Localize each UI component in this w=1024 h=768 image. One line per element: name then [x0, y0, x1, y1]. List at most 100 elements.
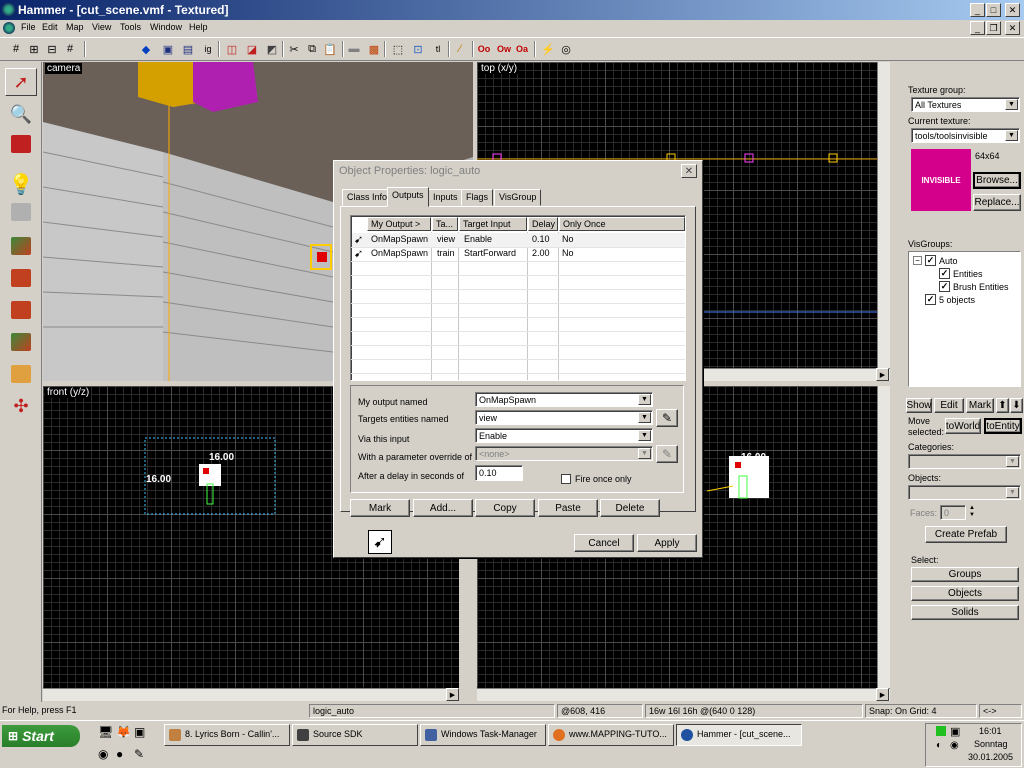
apply-overlay-icon[interactable] [5, 328, 37, 356]
child-restore-button[interactable]: ❐ [986, 21, 1001, 35]
paste-icon[interactable]: 📋 [322, 41, 338, 57]
tab-outputs[interactable]: Outputs [387, 187, 429, 207]
dialog-title-bar[interactable]: Object Properties: logic_auto ✕ [336, 163, 700, 181]
close-button[interactable]: ✕ [1005, 3, 1020, 17]
selection-tool-icon[interactable]: ➚ [5, 68, 37, 96]
column-header[interactable]: Ta... [432, 217, 458, 231]
tool-icon[interactable]: ✎ [134, 747, 144, 761]
clipping-tool-icon[interactable] [5, 360, 37, 388]
faces-input[interactable]: 0 [940, 505, 966, 520]
ungroup-icon[interactable]: ▤ [180, 41, 196, 57]
to-entity-button[interactable]: toEntity [984, 418, 1022, 434]
edit-button[interactable]: Edit [934, 398, 964, 413]
copy-icon[interactable]: ⧉ [304, 41, 320, 57]
chevron-down-icon[interactable]: ▼ [1005, 130, 1018, 141]
entity-tool-icon[interactable]: 💡 [5, 170, 37, 198]
categories-select[interactable]: ▼ [908, 454, 1021, 469]
chevron-down-icon[interactable]: ▼ [638, 412, 651, 423]
side-view-hscroll[interactable] [477, 688, 890, 701]
tab-flags[interactable]: Flags [461, 189, 494, 206]
block-tool-icon[interactable] [5, 198, 37, 226]
hide-selected-icon[interactable]: ◫ [224, 41, 240, 57]
show-button[interactable]: Show [906, 398, 932, 413]
hide-unselected-icon[interactable]: ◪ [244, 41, 260, 57]
tab-class-info[interactable]: Class Info [342, 189, 393, 206]
desktop-icon[interactable]: 🖥 [98, 725, 113, 739]
front-view-hscroll[interactable] [43, 688, 459, 701]
compile-icon[interactable]: ◎ [558, 41, 574, 57]
start-button[interactable]: ⊞ Start [2, 725, 80, 747]
column-header[interactable]: Target Input [459, 217, 527, 231]
eyedropper-icon[interactable]: ✎ [656, 409, 678, 427]
apply-decal-icon[interactable] [5, 296, 37, 324]
show-all-icon[interactable]: ◩ [264, 41, 280, 57]
texture-tool-icon[interactable] [5, 232, 37, 260]
group-icon[interactable]: ▣ [160, 41, 176, 57]
visgroup-item[interactable]: ✓ Entities [939, 268, 983, 279]
menu-file[interactable]: File [21, 22, 36, 32]
clock-time[interactable]: 16:01 [979, 726, 1002, 736]
to-world-button[interactable]: toWorld [945, 418, 981, 434]
checkbox-checked-icon[interactable]: ✓ [925, 255, 936, 266]
vertex-manipulation-icon[interactable]: ✣ [5, 392, 37, 420]
document-icon[interactable] [3, 22, 15, 34]
move-up-icon[interactable]: ⬆ [996, 398, 1009, 413]
chevron-down-icon[interactable]: ▼ [638, 430, 651, 441]
paste-button[interactable]: Paste [538, 499, 598, 517]
display-wire-icon[interactable]: Ow [496, 41, 512, 57]
hollow-icon[interactable]: ▩ [366, 41, 382, 57]
maximize-button[interactable]: □ [986, 3, 1001, 17]
scroll-right-arrow[interactable]: ▶ [876, 688, 889, 701]
menu-help[interactable]: Help [189, 22, 208, 32]
antivirus-icon[interactable]: ◉ [950, 740, 959, 751]
texture-lock-icon[interactable]: ◆ [138, 41, 154, 57]
display-solid-icon[interactable]: Oo [476, 41, 492, 57]
chevron-down-icon[interactable]: ▼ [638, 448, 651, 459]
replace-button[interactable]: Replace... [973, 194, 1021, 211]
param-eyedropper-icon[interactable]: ✎ [656, 445, 678, 463]
browse-button[interactable]: Browse... [973, 172, 1021, 189]
scroll-right-arrow[interactable]: ▶ [876, 368, 889, 381]
select-objects-button[interactable]: Objects [911, 586, 1019, 601]
copy-button[interactable]: Copy [475, 499, 535, 517]
carve-icon[interactable]: ▬ [346, 41, 362, 57]
checkbox-checked-icon[interactable]: ✓ [939, 281, 950, 292]
targets-select[interactable]: view ▼ [475, 410, 653, 425]
media-player-icon[interactable]: ▣ [134, 725, 145, 739]
quicktime-icon[interactable]: ● [116, 747, 123, 761]
table-row[interactable]: ➹ OnMapSpawn view Enable 0.10 No [352, 233, 685, 247]
outputs-list[interactable]: My Output > Ta... Target Input Delay Onl… [350, 215, 686, 381]
mark-button[interactable]: Mark [966, 398, 994, 413]
chevron-down-icon[interactable]: ▼ [1006, 487, 1019, 498]
messenger-icon[interactable]: ▣ [950, 725, 960, 738]
param-override-select[interactable]: <none> ▼ [475, 446, 653, 461]
delete-button[interactable]: Delete [600, 499, 660, 517]
vertex-tool-icon[interactable]: ⚡ [540, 41, 556, 57]
create-prefab-button[interactable]: Create Prefab [925, 526, 1007, 543]
visgroup-item[interactable]: − ✓ Auto [913, 255, 958, 266]
my-output-select[interactable]: OnMapSpawn ▼ [475, 392, 653, 407]
column-header[interactable]: Only Once [559, 217, 685, 231]
top-view-vscroll[interactable] [877, 62, 890, 368]
magnify-tool-icon[interactable]: 🔍 [5, 100, 37, 128]
grid-3d-icon[interactable]: ⊞ [26, 41, 42, 57]
apply-texture-icon[interactable] [5, 264, 37, 292]
tab-inputs[interactable]: Inputs [428, 189, 463, 206]
texture-group-select[interactable]: All Textures ▼ [911, 97, 1020, 112]
task-button[interactable]: Windows Task-Manager [420, 724, 546, 746]
delay-input[interactable]: 0.10 [475, 465, 523, 481]
app-icon[interactable] [2, 3, 15, 16]
current-texture-select[interactable]: tools/toolsinvisible ▼ [911, 128, 1020, 143]
camera-tool-icon[interactable] [5, 130, 37, 158]
checkbox-checked-icon[interactable]: ✓ [925, 294, 936, 305]
menu-view[interactable]: View [92, 22, 111, 32]
scroll-right-arrow[interactable]: ▶ [446, 688, 459, 701]
menu-map[interactable]: Map [66, 22, 84, 32]
fire-once-checkbox[interactable] [561, 474, 571, 484]
side-view-vscroll[interactable] [877, 386, 890, 688]
texture-lock-toggle-icon[interactable]: tl [430, 41, 446, 57]
tab-visgroup[interactable]: VisGroup [494, 189, 542, 206]
task-button[interactable]: Hammer - [cut_scene... [676, 724, 802, 746]
select-solids-button[interactable]: Solids [911, 605, 1019, 620]
chevron-down-icon[interactable]: ▼ [638, 394, 651, 405]
